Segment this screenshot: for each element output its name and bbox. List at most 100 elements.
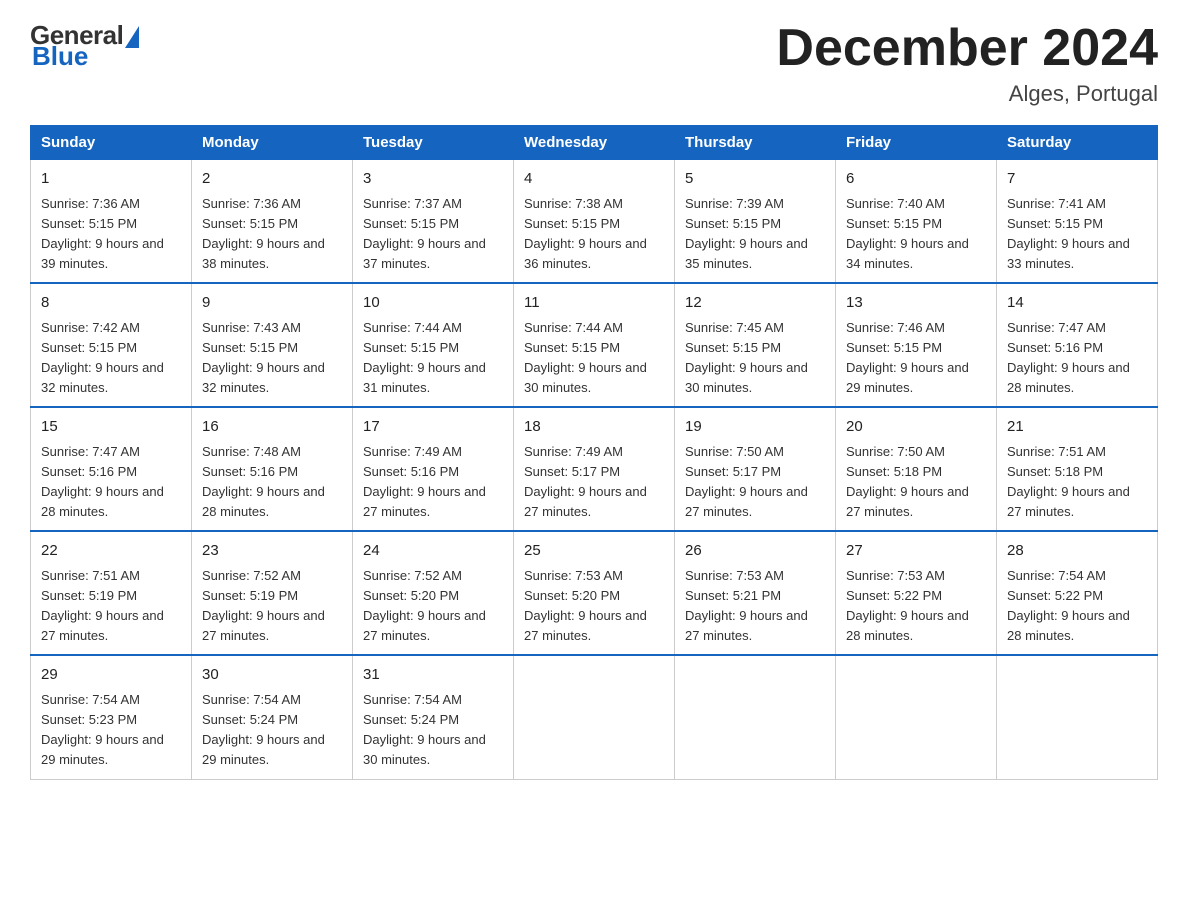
page-header: General Blue December 2024 Alges, Portug… <box>30 20 1158 107</box>
sunrise-info: Sunrise: 7:54 AMSunset: 5:24 PMDaylight:… <box>202 692 325 767</box>
calendar-week-row: 29 Sunrise: 7:54 AMSunset: 5:23 PMDaylig… <box>31 655 1158 779</box>
logo: General Blue <box>30 20 139 72</box>
logo-blue-text: Blue <box>32 41 88 72</box>
day-number: 26 <box>685 540 825 563</box>
sunrise-info: Sunrise: 7:36 AMSunset: 5:15 PMDaylight:… <box>41 196 164 271</box>
sunrise-info: Sunrise: 7:47 AMSunset: 5:16 PMDaylight:… <box>41 444 164 519</box>
day-number: 5 <box>685 168 825 191</box>
calendar-cell <box>514 655 675 779</box>
day-number: 17 <box>363 416 503 439</box>
day-number: 12 <box>685 292 825 315</box>
sunrise-info: Sunrise: 7:38 AMSunset: 5:15 PMDaylight:… <box>524 196 647 271</box>
calendar-cell: 3 Sunrise: 7:37 AMSunset: 5:15 PMDayligh… <box>353 160 514 284</box>
day-number: 22 <box>41 540 181 563</box>
calendar-cell: 16 Sunrise: 7:48 AMSunset: 5:16 PMDaylig… <box>192 407 353 531</box>
month-title: December 2024 <box>776 20 1158 77</box>
calendar-cell: 19 Sunrise: 7:50 AMSunset: 5:17 PMDaylig… <box>675 407 836 531</box>
calendar-cell <box>997 655 1158 779</box>
weekday-header-sunday: Sunday <box>31 126 192 160</box>
day-number: 7 <box>1007 168 1147 191</box>
day-number: 18 <box>524 416 664 439</box>
location-text: Alges, Portugal <box>776 81 1158 107</box>
sunrise-info: Sunrise: 7:52 AMSunset: 5:20 PMDaylight:… <box>363 568 486 643</box>
weekday-header-saturday: Saturday <box>997 126 1158 160</box>
calendar-cell: 20 Sunrise: 7:50 AMSunset: 5:18 PMDaylig… <box>836 407 997 531</box>
calendar-cell: 13 Sunrise: 7:46 AMSunset: 5:15 PMDaylig… <box>836 283 997 407</box>
calendar-cell: 7 Sunrise: 7:41 AMSunset: 5:15 PMDayligh… <box>997 160 1158 284</box>
sunrise-info: Sunrise: 7:36 AMSunset: 5:15 PMDaylight:… <box>202 196 325 271</box>
day-number: 28 <box>1007 540 1147 563</box>
calendar-week-row: 1 Sunrise: 7:36 AMSunset: 5:15 PMDayligh… <box>31 160 1158 284</box>
calendar-cell: 30 Sunrise: 7:54 AMSunset: 5:24 PMDaylig… <box>192 655 353 779</box>
calendar-cell <box>836 655 997 779</box>
calendar-week-row: 8 Sunrise: 7:42 AMSunset: 5:15 PMDayligh… <box>31 283 1158 407</box>
sunrise-info: Sunrise: 7:39 AMSunset: 5:15 PMDaylight:… <box>685 196 808 271</box>
calendar-cell: 28 Sunrise: 7:54 AMSunset: 5:22 PMDaylig… <box>997 531 1158 655</box>
weekday-header-friday: Friday <box>836 126 997 160</box>
sunrise-info: Sunrise: 7:44 AMSunset: 5:15 PMDaylight:… <box>524 320 647 395</box>
logo-triangle-icon <box>125 26 139 48</box>
calendar-cell: 21 Sunrise: 7:51 AMSunset: 5:18 PMDaylig… <box>997 407 1158 531</box>
sunrise-info: Sunrise: 7:46 AMSunset: 5:15 PMDaylight:… <box>846 320 969 395</box>
sunrise-info: Sunrise: 7:41 AMSunset: 5:15 PMDaylight:… <box>1007 196 1130 271</box>
sunrise-info: Sunrise: 7:37 AMSunset: 5:15 PMDaylight:… <box>363 196 486 271</box>
weekday-header-monday: Monday <box>192 126 353 160</box>
title-block: December 2024 Alges, Portugal <box>776 20 1158 107</box>
sunrise-info: Sunrise: 7:53 AMSunset: 5:20 PMDaylight:… <box>524 568 647 643</box>
day-number: 27 <box>846 540 986 563</box>
day-number: 3 <box>363 168 503 191</box>
calendar-cell: 24 Sunrise: 7:52 AMSunset: 5:20 PMDaylig… <box>353 531 514 655</box>
day-number: 30 <box>202 664 342 687</box>
calendar-cell: 15 Sunrise: 7:47 AMSunset: 5:16 PMDaylig… <box>31 407 192 531</box>
calendar-cell: 12 Sunrise: 7:45 AMSunset: 5:15 PMDaylig… <box>675 283 836 407</box>
day-number: 2 <box>202 168 342 191</box>
sunrise-info: Sunrise: 7:53 AMSunset: 5:21 PMDaylight:… <box>685 568 808 643</box>
day-number: 29 <box>41 664 181 687</box>
calendar-cell: 29 Sunrise: 7:54 AMSunset: 5:23 PMDaylig… <box>31 655 192 779</box>
sunrise-info: Sunrise: 7:51 AMSunset: 5:19 PMDaylight:… <box>41 568 164 643</box>
day-number: 16 <box>202 416 342 439</box>
sunrise-info: Sunrise: 7:49 AMSunset: 5:17 PMDaylight:… <box>524 444 647 519</box>
calendar-cell: 22 Sunrise: 7:51 AMSunset: 5:19 PMDaylig… <box>31 531 192 655</box>
sunrise-info: Sunrise: 7:50 AMSunset: 5:17 PMDaylight:… <box>685 444 808 519</box>
day-number: 4 <box>524 168 664 191</box>
sunrise-info: Sunrise: 7:42 AMSunset: 5:15 PMDaylight:… <box>41 320 164 395</box>
day-number: 1 <box>41 168 181 191</box>
calendar-cell: 17 Sunrise: 7:49 AMSunset: 5:16 PMDaylig… <box>353 407 514 531</box>
calendar-cell: 5 Sunrise: 7:39 AMSunset: 5:15 PMDayligh… <box>675 160 836 284</box>
sunrise-info: Sunrise: 7:51 AMSunset: 5:18 PMDaylight:… <box>1007 444 1130 519</box>
day-number: 20 <box>846 416 986 439</box>
calendar-cell: 18 Sunrise: 7:49 AMSunset: 5:17 PMDaylig… <box>514 407 675 531</box>
calendar-week-row: 15 Sunrise: 7:47 AMSunset: 5:16 PMDaylig… <box>31 407 1158 531</box>
calendar-cell: 25 Sunrise: 7:53 AMSunset: 5:20 PMDaylig… <box>514 531 675 655</box>
calendar-week-row: 22 Sunrise: 7:51 AMSunset: 5:19 PMDaylig… <box>31 531 1158 655</box>
sunrise-info: Sunrise: 7:40 AMSunset: 5:15 PMDaylight:… <box>846 196 969 271</box>
day-number: 19 <box>685 416 825 439</box>
weekday-header-thursday: Thursday <box>675 126 836 160</box>
calendar-cell: 4 Sunrise: 7:38 AMSunset: 5:15 PMDayligh… <box>514 160 675 284</box>
day-number: 21 <box>1007 416 1147 439</box>
day-number: 13 <box>846 292 986 315</box>
day-number: 9 <box>202 292 342 315</box>
sunrise-info: Sunrise: 7:49 AMSunset: 5:16 PMDaylight:… <box>363 444 486 519</box>
sunrise-info: Sunrise: 7:53 AMSunset: 5:22 PMDaylight:… <box>846 568 969 643</box>
sunrise-info: Sunrise: 7:44 AMSunset: 5:15 PMDaylight:… <box>363 320 486 395</box>
calendar-cell: 14 Sunrise: 7:47 AMSunset: 5:16 PMDaylig… <box>997 283 1158 407</box>
day-number: 10 <box>363 292 503 315</box>
day-number: 15 <box>41 416 181 439</box>
calendar-table: SundayMondayTuesdayWednesdayThursdayFrid… <box>30 125 1158 779</box>
day-number: 14 <box>1007 292 1147 315</box>
sunrise-info: Sunrise: 7:54 AMSunset: 5:22 PMDaylight:… <box>1007 568 1130 643</box>
sunrise-info: Sunrise: 7:43 AMSunset: 5:15 PMDaylight:… <box>202 320 325 395</box>
sunrise-info: Sunrise: 7:52 AMSunset: 5:19 PMDaylight:… <box>202 568 325 643</box>
weekday-header-wednesday: Wednesday <box>514 126 675 160</box>
sunrise-info: Sunrise: 7:54 AMSunset: 5:23 PMDaylight:… <box>41 692 164 767</box>
calendar-cell: 26 Sunrise: 7:53 AMSunset: 5:21 PMDaylig… <box>675 531 836 655</box>
weekday-header-tuesday: Tuesday <box>353 126 514 160</box>
sunrise-info: Sunrise: 7:54 AMSunset: 5:24 PMDaylight:… <box>363 692 486 767</box>
sunrise-info: Sunrise: 7:47 AMSunset: 5:16 PMDaylight:… <box>1007 320 1130 395</box>
day-number: 25 <box>524 540 664 563</box>
calendar-cell: 6 Sunrise: 7:40 AMSunset: 5:15 PMDayligh… <box>836 160 997 284</box>
calendar-cell <box>675 655 836 779</box>
sunrise-info: Sunrise: 7:48 AMSunset: 5:16 PMDaylight:… <box>202 444 325 519</box>
